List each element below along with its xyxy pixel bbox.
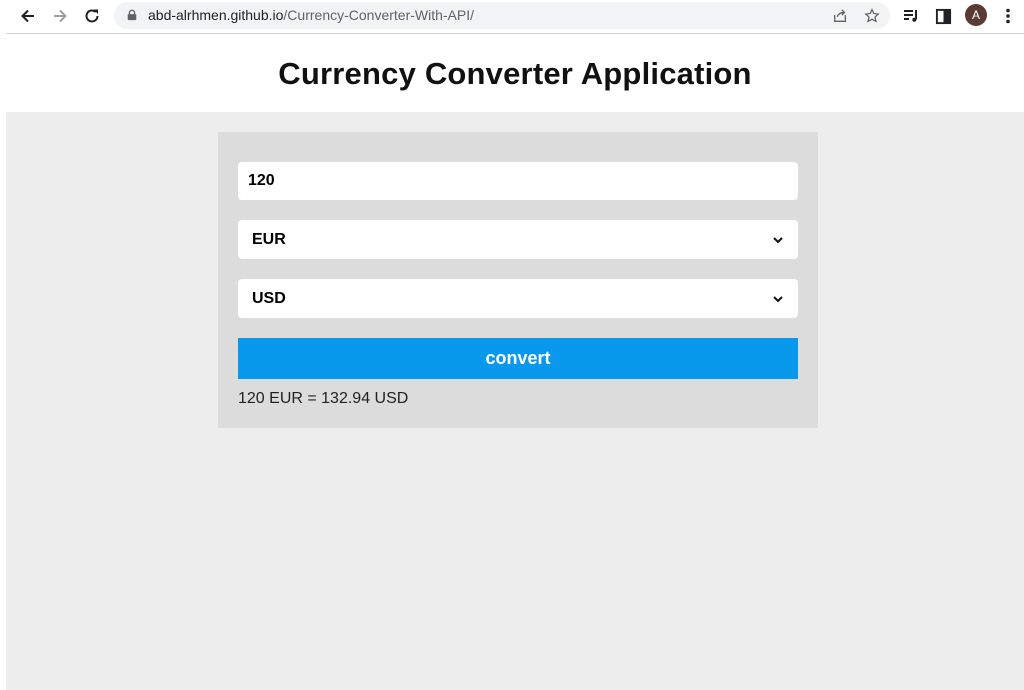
browser-menu-button[interactable]: [996, 4, 1020, 28]
kebab-menu-icon: [1006, 8, 1010, 24]
address-bar[interactable]: abd-alrhmen.github.io/Currency-Converter…: [114, 2, 890, 29]
to-currency-select[interactable]: USD: [238, 279, 798, 318]
browser-toolbar: abd-alrhmen.github.io/Currency-Converter…: [0, 0, 1024, 32]
forward-arrow-icon: [54, 9, 67, 23]
reading-list-icon: [904, 10, 917, 22]
reading-list-button[interactable]: [899, 4, 923, 28]
side-panel-icon: [935, 8, 951, 24]
back-arrow-icon: [21, 9, 34, 23]
page-body: EUR USD convert 120 EUR = 132.94 USD: [6, 112, 1024, 690]
converter-card: EUR USD convert 120 EUR = 132.94 USD: [218, 132, 818, 428]
convert-button[interactable]: convert: [238, 338, 798, 379]
bookmark-star-icon[interactable]: [862, 6, 882, 26]
side-panel-button[interactable]: [931, 4, 955, 28]
forward-button[interactable]: [48, 4, 72, 28]
chevron-down-icon: [773, 295, 783, 302]
conversion-result: 120 EUR = 132.94 USD: [238, 390, 409, 407]
reload-button[interactable]: [80, 4, 104, 28]
url-path: /Currency-Converter-With-API/: [283, 7, 475, 23]
to-currency-value: USD: [252, 289, 286, 307]
url-host: abd-alrhmen.github.io: [148, 7, 284, 23]
back-button[interactable]: [16, 4, 40, 28]
page-header: Currency Converter Application: [6, 34, 1024, 112]
from-currency-select[interactable]: EUR: [238, 220, 798, 259]
chevron-down-icon: [773, 236, 783, 243]
page-title: Currency Converter Application: [278, 56, 752, 91]
url-text: abd-alrhmen.github.io/Currency-Converter…: [148, 7, 474, 24]
profile-avatar[interactable]: A: [965, 4, 987, 26]
share-icon[interactable]: [830, 6, 850, 26]
from-currency-value: EUR: [252, 230, 286, 248]
reload-icon: [85, 9, 99, 23]
lock-icon: [125, 8, 139, 22]
amount-input[interactable]: [238, 162, 798, 200]
